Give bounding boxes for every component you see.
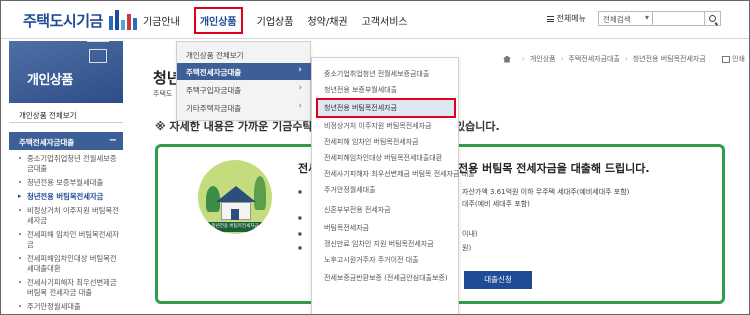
sidebar-category-jeonse-loan[interactable]: 주택전세자금대출 − [9,132,123,150]
chevron-right-icon: › [298,83,302,93]
card-bullet [298,187,305,195]
house-door-shape [231,209,239,220]
nav-subscription-bonds[interactable]: 청약/채권 [307,13,347,28]
house-icon [87,41,109,63]
product-emblem-image: 청년전용 버팀목전세자금 [198,160,272,234]
sidebar-item[interactable]: 주거안정월세대출 [9,301,123,314]
submenu-item[interactable]: 노후고시원거주자 주거이전 대출 [324,256,419,265]
breadcrumb-item[interactable]: 개인상품 [530,54,556,64]
card-bullet-text: 이내) [462,230,478,238]
all-menu-label: 전체메뉴 [556,14,586,23]
page-subtitle: 주택도 [153,90,173,98]
sidebar-item[interactable]: 전세피해임차인대상 버팀목전세대출대환 [9,253,123,277]
print-label: 인쇄 [732,55,745,63]
print-icon [722,55,731,63]
submenu-item-highlighted[interactable]: 청년전용 버팀목전세자금 [316,98,456,118]
search-input[interactable] [653,11,705,26]
sidebar-all-products-link[interactable]: 개인상품 전체보기 [9,105,123,123]
nav-dropdown-level2: 중소기업취업청년 전월세보증금대출 청년전용 보증부월세대출 청년전용 버팀목전… [311,57,475,314]
submenu-item[interactable]: 중소기업취업청년 전월세보증금대출 [324,70,429,79]
hamburger-icon [546,15,554,22]
submenu-item[interactable]: 주거안정월세대출 [324,186,376,195]
logo-mark-icon [108,10,137,30]
submenu-item[interactable]: 청년전용 보증부월세대출 [324,86,397,95]
emblem-ribbon: 청년전용 버팀목전세자금 [198,222,272,232]
nav-personal-products[interactable]: 개인상품 [193,6,243,34]
submenu-item[interactable]: 신혼부부전용 전세자금 [324,206,391,215]
submenu-item[interactable]: 버팀목전세자금 [324,224,369,233]
nav-dropdown-level1: 개인상품 전체보기 주택전세자금대출 › 주택구입자금대출 › 기타주택자금대출… [176,41,312,121]
sidebar-item[interactable]: 비정상거처 이주지원 버팀목전세자금 [9,205,123,229]
submenu-item[interactable]: 전세피해임차인대상 버팀목전세대출대환 [324,154,442,163]
card-bullet-text: 원) [462,244,472,252]
search-icon [709,15,716,22]
header-utilities: 전체메뉴 전체검색 [546,11,721,26]
submenu-item[interactable]: 전세보증금반환보증 (전세금안심대출보증) [324,274,448,283]
card-bullet [298,229,305,237]
card-bullet [298,213,305,221]
chevron-right-icon: › [298,65,302,75]
nav-fund-info[interactable]: 기금안내 [143,13,180,28]
house-roof-shape [216,186,256,202]
main-navigation: 기금안내 개인상품 기업상품 청약/채권 고객서비스 [143,1,422,39]
all-menu-button[interactable]: 전체메뉴 [546,13,586,24]
dropdown-item-jeonse-loan[interactable]: 주택전세자금대출 › [177,63,312,80]
chevron-right-icon: › [298,101,302,111]
search-scope-select[interactable]: 전체검색 [598,11,653,26]
apply-loan-button[interactable]: 대출신청 [464,271,532,289]
submenu-item[interactable]: 비정상거처 이주지원 버팀목전세자금 [324,122,432,131]
sidebar-item[interactable]: 청년전용 보증부월세대출 [9,177,123,191]
site-logo[interactable]: 주택도시기금 [23,9,137,31]
breadcrumb-separator: › [560,55,564,63]
card-bullet-text: 자산가액 3.61억원 이하 무주택 세대주(예비세대주 포함) [462,188,630,196]
sidebar-item[interactable]: 중소기업취업청년 전월세보증금대출 [9,153,123,177]
site-header: 주택도시기금 기금안내 개인상품 기업상품 청약/채권 고객서비스 전체메뉴 전… [1,1,749,39]
card-bullet-text: 대주(예비 세대주 포함) [462,200,530,208]
sidebar-item-active[interactable]: 청년전용 버팀목전세자금 [9,191,123,205]
logo-text: 주택도시기금 [23,11,103,30]
page-frame: 주택도시기금 기금안내 개인상품 기업상품 청약/채권 고객서비스 전체메뉴 전… [0,0,750,315]
dropdown-item-label: 주택구입자금대출 [186,86,242,95]
breadcrumb-separator: › [624,55,628,63]
card-title: 전용 버팀목 전세자금을 대출해 드립니다. [458,162,650,175]
sidebar-banner-title: 개인상품 [27,73,73,88]
search-button[interactable] [705,11,721,26]
breadcrumb: › 개인상품 › 주택전세자금대출 › 청년전용 버팀목전세자금 [503,54,706,64]
submenu-item[interactable]: 전세사기피해자 최우선변제금 버팀목 전세자금 대출 [324,170,475,179]
nav-customer-service[interactable]: 고객서비스 [362,13,408,28]
breadcrumb-item-current: 청년전용 버팀목전세자금 [632,55,706,63]
home-icon[interactable] [503,55,511,63]
sidebar-category-label: 주택전세자금대출 [19,138,75,147]
dropdown-item-label: 기타주택자금대출 [186,104,242,113]
sidebar-item[interactable]: 전세피해 임차인 버팀목전세자금 [9,229,123,253]
collapse-icon: − [108,135,117,146]
dropdown-item-other-loan[interactable]: 기타주택자금대출 › [177,99,312,116]
nav-corporate-products[interactable]: 기업상품 [257,13,294,28]
submenu-item[interactable]: 갱신만료 임차인 지원 버팀목전세자금 [324,240,434,249]
submenu-item[interactable]: 전세피해 임차인 버팀목전세자금 [324,138,419,147]
dropdown-item-label: 주택전세자금대출 [186,68,242,77]
notice-text-tail: 있습니다. [455,120,500,133]
card-bullet [298,243,305,251]
dropdown-item-purchase-loan[interactable]: 주택구입자금대출 › [177,81,312,98]
dropdown-item-all-products[interactable]: 개인상품 전체보기 [177,46,312,63]
breadcrumb-separator: › [522,55,525,63]
sidebar-banner: 개인상품 [9,41,123,103]
print-button[interactable]: 인쇄 [722,54,745,64]
sidebar-submenu: 중소기업취업청년 전월세보증금대출 청년전용 보증부월세대출 청년전용 버팀목전… [9,153,123,314]
breadcrumb-item[interactable]: 주택전세자금대출 [568,54,620,64]
sidebar-item[interactable]: 전세사기피해자 최우선변제금 버팀목 전세자금 대출 [9,277,123,301]
